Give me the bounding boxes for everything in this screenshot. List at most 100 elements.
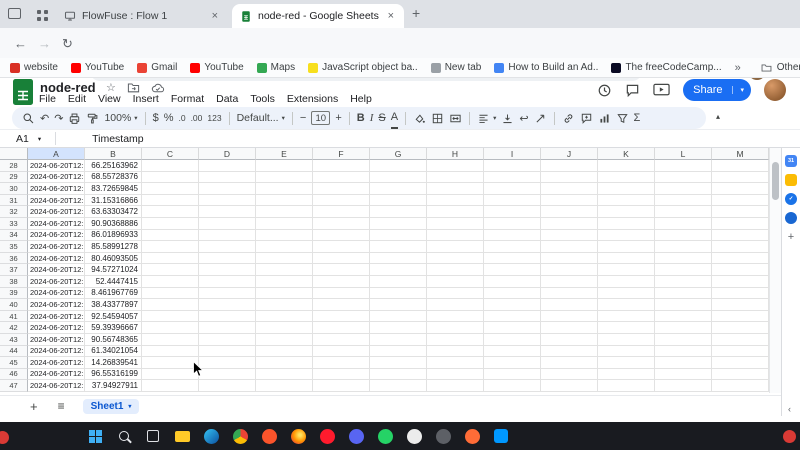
cell-D28[interactable] bbox=[199, 160, 256, 172]
text-color-button[interactable]: A bbox=[391, 107, 398, 129]
cell-D31[interactable] bbox=[199, 195, 256, 207]
cell-J44[interactable] bbox=[541, 346, 598, 358]
tab-close-icon[interactable]: × bbox=[210, 10, 220, 22]
cell-K36[interactable] bbox=[598, 253, 655, 265]
select-all-corner[interactable] bbox=[0, 148, 28, 160]
cell-D34[interactable] bbox=[199, 230, 256, 242]
increase-font-size-button[interactable]: + bbox=[335, 107, 341, 129]
insert-comment-icon[interactable] bbox=[580, 107, 593, 129]
cell-M33[interactable] bbox=[712, 218, 769, 230]
row-header-42[interactable]: 42 bbox=[0, 322, 28, 334]
cell-B32[interactable]: 63.63303472 bbox=[85, 206, 142, 218]
cell-E33[interactable] bbox=[256, 218, 313, 230]
cell-F40[interactable] bbox=[313, 299, 370, 311]
currency-format-button[interactable]: $ bbox=[153, 107, 159, 129]
cell-C28[interactable] bbox=[142, 160, 199, 172]
row-header-29[interactable]: 29 bbox=[0, 172, 28, 184]
menu-extensions[interactable]: Extensions bbox=[287, 93, 338, 105]
cell-G33[interactable] bbox=[370, 218, 427, 230]
cell-C29[interactable] bbox=[142, 172, 199, 184]
cell-C44[interactable] bbox=[142, 346, 199, 358]
calendar-icon[interactable]: 31 bbox=[785, 155, 797, 167]
cell-E32[interactable] bbox=[256, 206, 313, 218]
column-header-A[interactable]: A bbox=[28, 148, 85, 160]
cell-D32[interactable] bbox=[199, 206, 256, 218]
cell-H43[interactable] bbox=[427, 334, 484, 346]
cell-B35[interactable]: 85.58991278 bbox=[85, 241, 142, 253]
cell-G46[interactable] bbox=[370, 369, 427, 381]
cell-M46[interactable] bbox=[712, 369, 769, 381]
cell-G45[interactable] bbox=[370, 357, 427, 369]
cell-I43[interactable] bbox=[484, 334, 541, 346]
functions-icon[interactable]: Σ bbox=[634, 107, 641, 129]
percent-format-button[interactable]: % bbox=[164, 107, 174, 129]
cell-B42[interactable]: 59.39396667 bbox=[85, 322, 142, 334]
postman-icon[interactable] bbox=[461, 425, 483, 447]
cell-F46[interactable] bbox=[313, 369, 370, 381]
cell-L47[interactable] bbox=[655, 380, 712, 392]
cell-A42[interactable]: 2024-06-20T12: bbox=[28, 322, 85, 334]
cell-L36[interactable] bbox=[655, 253, 712, 265]
cell-L34[interactable] bbox=[655, 230, 712, 242]
borders-icon[interactable] bbox=[431, 107, 444, 129]
column-header-F[interactable]: F bbox=[313, 148, 370, 160]
cell-A32[interactable]: 2024-06-20T12: bbox=[28, 206, 85, 218]
cell-K41[interactable] bbox=[598, 311, 655, 323]
cell-E45[interactable] bbox=[256, 357, 313, 369]
cell-M41[interactable] bbox=[712, 311, 769, 323]
merge-cells-icon[interactable] bbox=[449, 107, 462, 129]
cell-B34[interactable]: 86.01896933 bbox=[85, 230, 142, 242]
cell-M43[interactable] bbox=[712, 334, 769, 346]
cell-H29[interactable] bbox=[427, 172, 484, 184]
present-icon[interactable] bbox=[653, 83, 670, 97]
cell-L43[interactable] bbox=[655, 334, 712, 346]
cell-C36[interactable] bbox=[142, 253, 199, 265]
cell-J46[interactable] bbox=[541, 369, 598, 381]
cell-A29[interactable]: 2024-06-20T12: bbox=[28, 172, 85, 184]
cell-L31[interactable] bbox=[655, 195, 712, 207]
cell-H28[interactable] bbox=[427, 160, 484, 172]
column-header-C[interactable]: C bbox=[142, 148, 199, 160]
brave-icon[interactable] bbox=[258, 425, 280, 447]
cell-D41[interactable] bbox=[199, 311, 256, 323]
row-header-37[interactable]: 37 bbox=[0, 264, 28, 276]
cell-L44[interactable] bbox=[655, 346, 712, 358]
cell-H30[interactable] bbox=[427, 183, 484, 195]
vertical-align-icon[interactable] bbox=[501, 107, 514, 129]
bookmark-youtube[interactable]: YouTube bbox=[71, 62, 124, 73]
horizontal-align-icon[interactable]: ▾ bbox=[477, 107, 496, 129]
cell-B40[interactable]: 38.43377897 bbox=[85, 299, 142, 311]
cell-L45[interactable] bbox=[655, 357, 712, 369]
cell-H40[interactable] bbox=[427, 299, 484, 311]
cell-C42[interactable] bbox=[142, 322, 199, 334]
cell-G28[interactable] bbox=[370, 160, 427, 172]
cell-A37[interactable]: 2024-06-20T12: bbox=[28, 264, 85, 276]
cell-D29[interactable] bbox=[199, 172, 256, 184]
cell-F34[interactable] bbox=[313, 230, 370, 242]
cell-M35[interactable] bbox=[712, 241, 769, 253]
cell-B46[interactable]: 96.55316199 bbox=[85, 369, 142, 381]
cell-I38[interactable] bbox=[484, 276, 541, 288]
cell-E34[interactable] bbox=[256, 230, 313, 242]
cell-B36[interactable]: 80.46093505 bbox=[85, 253, 142, 265]
row-header-34[interactable]: 34 bbox=[0, 230, 28, 242]
cell-M40[interactable] bbox=[712, 299, 769, 311]
cell-H39[interactable] bbox=[427, 288, 484, 300]
cell-M44[interactable] bbox=[712, 346, 769, 358]
cell-B44[interactable]: 61.34021054 bbox=[85, 346, 142, 358]
cell-K39[interactable] bbox=[598, 288, 655, 300]
cell-F42[interactable] bbox=[313, 322, 370, 334]
cell-L39[interactable] bbox=[655, 288, 712, 300]
cell-E31[interactable] bbox=[256, 195, 313, 207]
cell-F33[interactable] bbox=[313, 218, 370, 230]
cell-C47[interactable] bbox=[142, 380, 199, 392]
cell-B43[interactable]: 90.56748365 bbox=[85, 334, 142, 346]
cell-E39[interactable] bbox=[256, 288, 313, 300]
cell-H46[interactable] bbox=[427, 369, 484, 381]
cell-A44[interactable]: 2024-06-20T12: bbox=[28, 346, 85, 358]
cell-A36[interactable]: 2024-06-20T12: bbox=[28, 253, 85, 265]
cell-E40[interactable] bbox=[256, 299, 313, 311]
cell-B41[interactable]: 92.54594057 bbox=[85, 311, 142, 323]
cell-C33[interactable] bbox=[142, 218, 199, 230]
formula-input[interactable]: Timestamp bbox=[92, 133, 144, 145]
